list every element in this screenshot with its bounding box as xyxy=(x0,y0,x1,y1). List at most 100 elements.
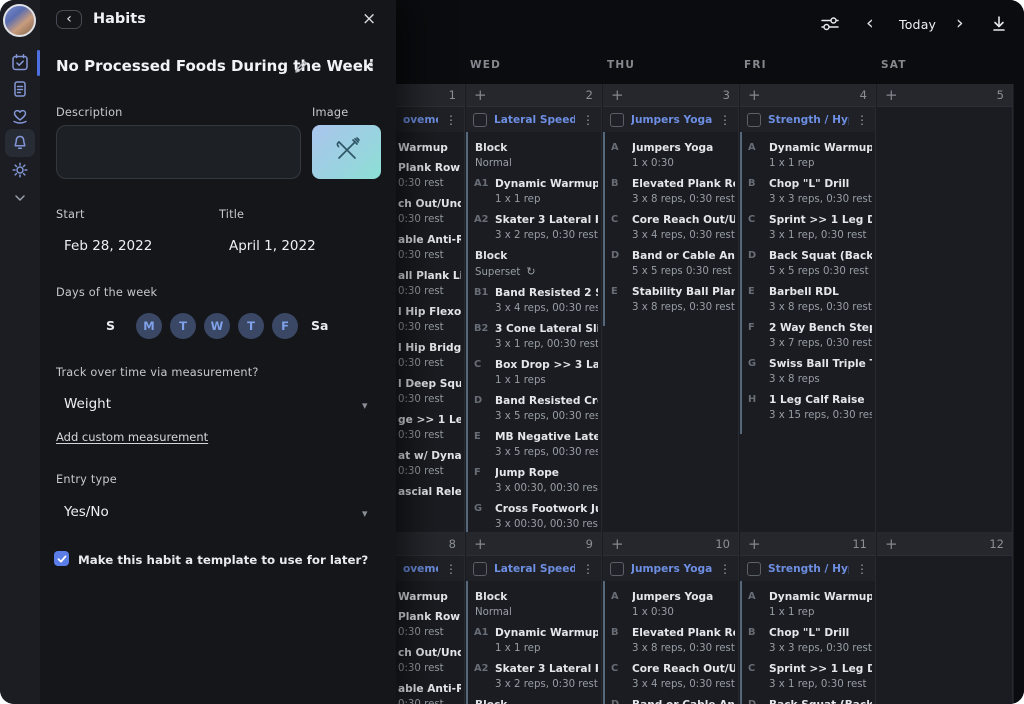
exercise-item: Plank Row0:30 rest xyxy=(398,609,461,641)
exercise-name: Swiss Ball Triple Threat xyxy=(769,356,872,372)
add-workout-button[interactable]: + xyxy=(474,88,487,103)
avatar[interactable] xyxy=(3,4,36,37)
exercise-scheme: 3 x 3 reps, 0:30 rest xyxy=(769,192,872,208)
workout-menu-kebab-icon[interactable]: ⋮ xyxy=(582,114,594,126)
exercise-letter: A1 xyxy=(468,625,495,657)
start-date-value[interactable]: Feb 28, 2022 xyxy=(64,238,152,254)
day-toggle-s[interactable]: S xyxy=(106,313,115,339)
workout-body: WarmupPlank Row0:30 restch Out/Under0:30… xyxy=(396,132,464,510)
workout-title-link[interactable]: Jumpers Yoga / Core xyxy=(631,563,712,575)
workout-title-link[interactable]: Jumpers Yoga / Core xyxy=(631,114,712,126)
workout-checkbox[interactable] xyxy=(473,113,487,127)
exercise-name: 3 Cone Lateral Slide xyxy=(495,321,598,337)
day-header: THU xyxy=(607,59,635,71)
exercise-name: Band or Cable Anti Rotati... xyxy=(632,248,735,264)
workout-title-link[interactable]: Lateral Speed / Plyo xyxy=(494,563,575,575)
edit-pencil-icon[interactable] xyxy=(294,59,308,78)
workout-checkbox[interactable] xyxy=(610,113,624,127)
exercise-letter: A2 xyxy=(468,212,495,244)
exercise-item: at w/ Dynamic P...0:30 rest xyxy=(398,448,461,480)
workout-menu-kebab-icon[interactable]: ⋮ xyxy=(856,114,868,126)
day-toggle-t-selected[interactable]: T xyxy=(170,313,196,339)
end-date-value[interactable]: April 1, 2022 xyxy=(229,238,316,254)
workout-menu-kebab-icon[interactable]: ⋮ xyxy=(582,563,594,575)
day-toggle-sa[interactable]: Sa xyxy=(311,313,328,339)
exercise-item: H1 Leg Calf Raise3 x 15 reps, 0:30 rest xyxy=(742,392,872,424)
add-workout-button[interactable]: + xyxy=(748,537,761,552)
day-toggle-t-selected[interactable]: T xyxy=(238,313,264,339)
exercise-scheme: 3 x 8 reps xyxy=(769,372,872,388)
exercise-item: CSprint >> 1 Leg Declarations3 x 1 rep, … xyxy=(742,212,872,244)
add-workout-button[interactable]: + xyxy=(474,537,487,552)
exercise-item: B1Band Resisted 2 Step Late...3 x 4 reps… xyxy=(468,285,598,317)
workout-checkbox[interactable] xyxy=(610,562,624,576)
exercise-item: DBand or Cable Anti Rotati...5 x 5 reps … xyxy=(605,697,735,704)
workout-title-link[interactable]: ovement Q... xyxy=(403,114,438,126)
workout-checkbox[interactable] xyxy=(747,113,761,127)
exercise-letter: D xyxy=(468,393,495,425)
exercise-letter: A xyxy=(742,589,769,621)
exercise-name: able Anti-Rotati... xyxy=(398,681,461,697)
day-cell: +11Strength / Hypertro...⋮ADynamic Warmu… xyxy=(740,533,876,704)
workout-title-row: ovement Q... ⋮ xyxy=(396,556,464,581)
add-workout-button[interactable]: + xyxy=(885,88,898,103)
workout-menu-kebab-icon[interactable]: ⋮ xyxy=(719,563,731,575)
exercise-item: l Hip Flexor Rais...0:30 rest xyxy=(398,304,461,336)
exercise-scheme: 3 x 4 reps, 0:30 rest xyxy=(632,228,735,244)
exercise-scheme: 0:30 rest xyxy=(398,464,461,480)
calendar-check-icon[interactable] xyxy=(10,52,30,72)
close-icon[interactable]: × xyxy=(362,9,376,29)
exercise-item: GSwiss Ball Triple Threat3 x 8 reps xyxy=(742,356,872,388)
workout-title-link[interactable]: Lateral Speed / Plyo xyxy=(494,114,575,126)
entry-type-select[interactable]: Yes/No xyxy=(64,504,109,520)
workout-title-link[interactable]: ovement Q... xyxy=(403,563,438,575)
day-cell: +10Jumpers Yoga / Core⋮AJumpers Yoga1 x … xyxy=(603,533,739,704)
day-header: FRI xyxy=(744,59,767,71)
add-workout-button[interactable]: + xyxy=(748,88,761,103)
day-cell-header: +4 xyxy=(740,84,875,107)
exercise-name: Barbell RDL xyxy=(769,284,872,300)
workout-menu-kebab-icon[interactable]: ⋮ xyxy=(445,563,457,575)
filter-sliders-icon[interactable] xyxy=(820,14,840,38)
today-button[interactable]: Today xyxy=(899,17,936,32)
document-icon[interactable] xyxy=(10,79,30,99)
workout-title-link[interactable]: Strength / Hypertro... xyxy=(768,114,849,126)
exercise-name: Plank Row xyxy=(398,160,461,176)
settings-gear-icon[interactable] xyxy=(10,160,30,180)
workout-menu-kebab-icon[interactable]: ⋮ xyxy=(856,563,868,575)
exercise-letter: D xyxy=(742,697,769,704)
chevron-right-icon[interactable]: › xyxy=(956,14,964,33)
exercise-scheme: 0:30 rest xyxy=(398,248,461,264)
description-input[interactable] xyxy=(56,125,301,179)
exercise-name: Warmup xyxy=(398,140,461,156)
exercise-letter: B1 xyxy=(468,285,495,317)
day-cell-header: +2 xyxy=(466,84,601,107)
measurement-select[interactable]: Weight xyxy=(64,396,111,412)
day-toggle-m-selected[interactable]: M xyxy=(136,313,162,339)
add-workout-button[interactable]: + xyxy=(611,88,624,103)
day-toggle-w-selected[interactable]: W xyxy=(204,313,230,339)
chevron-left-icon[interactable]: ‹ xyxy=(866,14,874,33)
block-label: Block xyxy=(475,589,598,605)
workout-menu-kebab-icon[interactable]: ⋮ xyxy=(445,114,457,126)
health-heart-icon[interactable] xyxy=(10,106,30,126)
workout-body: WarmupPlank Row0:30 restch Out/Under0:30… xyxy=(396,581,464,704)
notifications-bell-icon[interactable] xyxy=(10,133,30,153)
exercise-letter: A xyxy=(742,140,769,172)
download-icon[interactable] xyxy=(990,14,1008,38)
habit-menu-kebab-icon[interactable]: ⋮ xyxy=(364,56,379,74)
day-cell-header: 8 xyxy=(396,533,464,556)
workout-checkbox[interactable] xyxy=(747,562,761,576)
day-toggle-f-selected[interactable]: F xyxy=(272,313,298,339)
add-custom-measurement-link[interactable]: Add custom measurement xyxy=(56,430,208,444)
workout-title-link[interactable]: Strength / Hypertro... xyxy=(768,563,849,575)
add-workout-button[interactable]: + xyxy=(611,537,624,552)
template-checkbox[interactable] xyxy=(54,551,69,566)
exercise-item: AJumpers Yoga1 x 0:30 xyxy=(605,589,735,621)
workout-checkbox[interactable] xyxy=(473,562,487,576)
back-button[interactable]: ‹ xyxy=(56,10,82,29)
chevron-down-icon[interactable] xyxy=(10,188,30,208)
habit-image-tile[interactable] xyxy=(312,125,381,179)
workout-menu-kebab-icon[interactable]: ⋮ xyxy=(719,114,731,126)
add-workout-button[interactable]: + xyxy=(885,537,898,552)
